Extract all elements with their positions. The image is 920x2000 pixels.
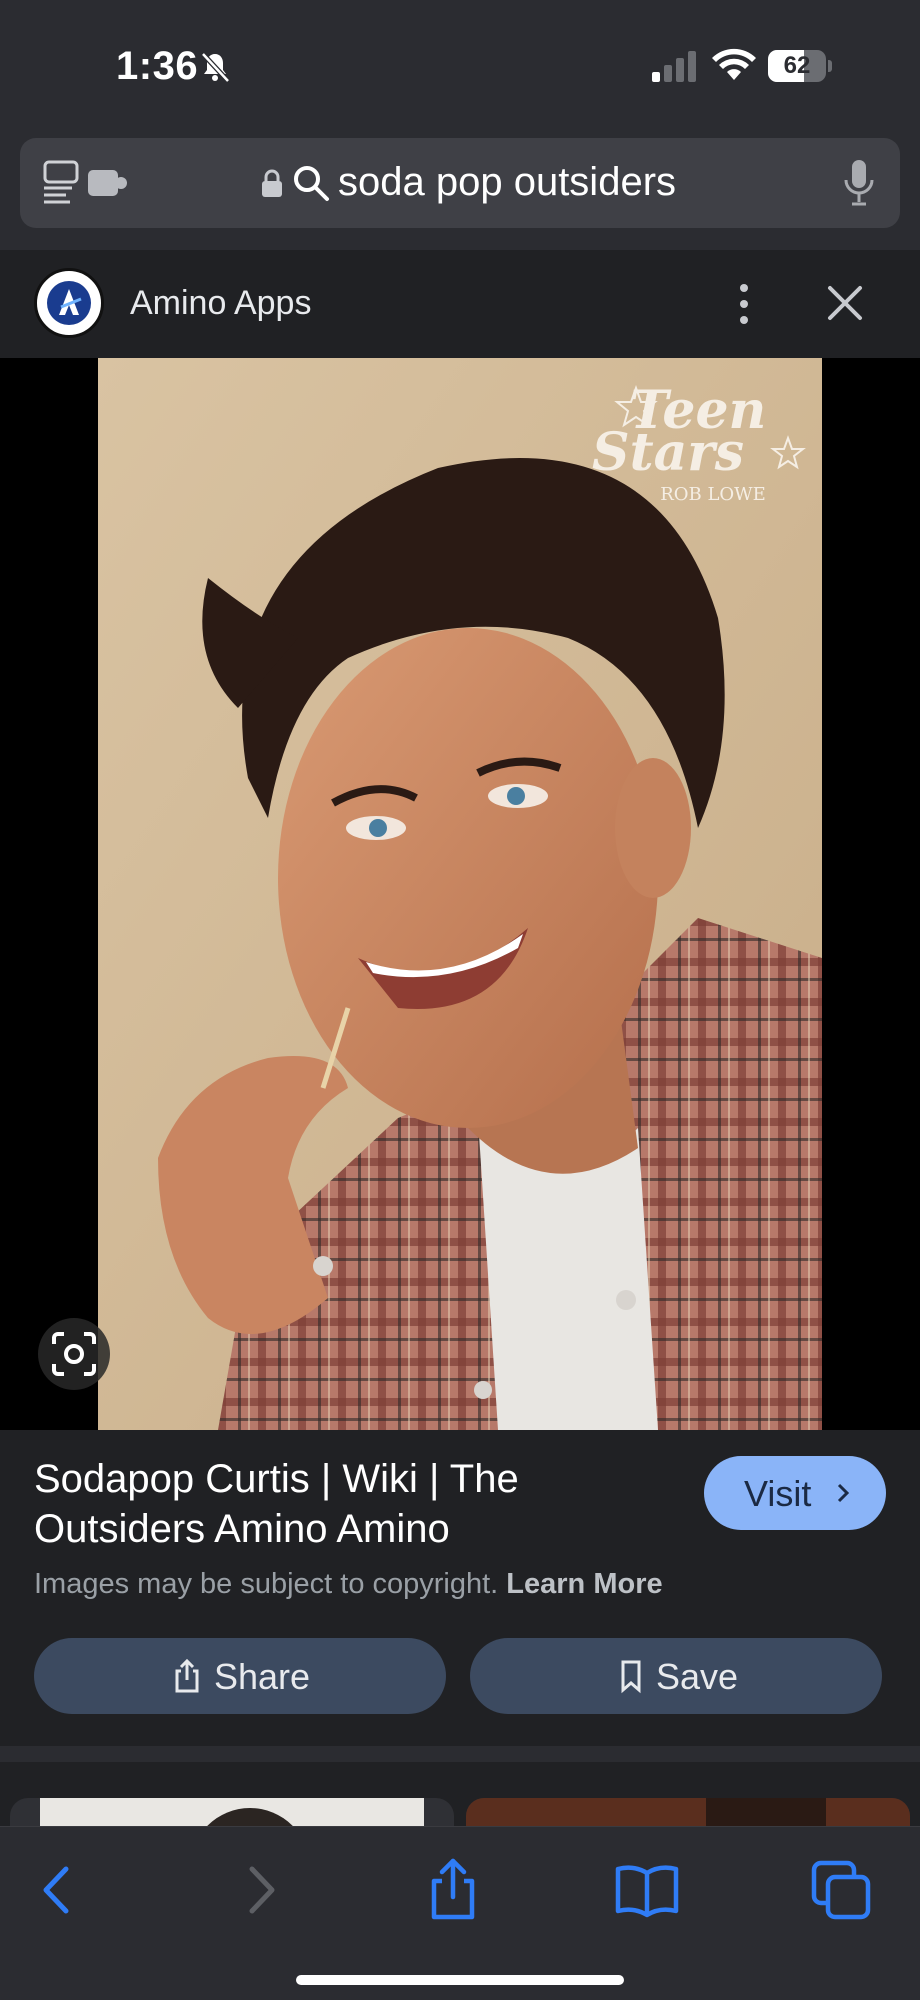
related-images: [0, 1762, 920, 1830]
microphone-icon[interactable]: [842, 158, 876, 208]
back-icon[interactable]: [26, 1857, 92, 1923]
visit-label: Visit: [744, 1473, 812, 1514]
share-icon[interactable]: [420, 1857, 486, 1923]
url-query[interactable]: soda pop outsiders: [338, 160, 676, 205]
wifi-icon: [712, 48, 756, 80]
source-name[interactable]: Amino Apps: [130, 284, 311, 323]
overlay-subtitle: ROB LOWE: [660, 484, 766, 505]
result-title[interactable]: Sodapop Curtis | Wiki | The Outsiders Am…: [34, 1454, 654, 1554]
source-header: Amino Apps: [0, 250, 920, 358]
url-bar[interactable]: soda pop outsiders: [20, 138, 900, 228]
visual-search-button[interactable]: [38, 1318, 110, 1390]
battery-icon: 62: [768, 50, 832, 82]
visit-button[interactable]: Visit: [704, 1456, 886, 1530]
forward-icon[interactable]: [226, 1857, 292, 1923]
chevron-right-icon: [837, 1483, 850, 1503]
result-details: Sodapop Curtis | Wiki | The Outsiders Am…: [0, 1430, 920, 1746]
close-icon[interactable]: [824, 282, 866, 324]
copyright-text: Images may be subject to copyright.: [34, 1568, 499, 1600]
copyright-notice: Images may be subject to copyright. Lear…: [34, 1568, 663, 1601]
amino-logo[interactable]: [34, 268, 104, 338]
bookmarks-icon[interactable]: [614, 1857, 680, 1923]
share-button[interactable]: Share: [34, 1638, 446, 1714]
battery-percent: 62: [783, 52, 811, 79]
overlay-title-2: Stars: [592, 422, 744, 483]
search-icon: [294, 166, 329, 201]
status-bar: 1:36 62: [0, 0, 920, 130]
bookmark-icon: [621, 1660, 641, 1694]
save-label: Save: [656, 1656, 739, 1697]
cellular-signal-icon: [652, 51, 696, 82]
learn-more-link[interactable]: Learn More: [506, 1568, 662, 1600]
status-time: 1:36: [116, 44, 199, 88]
home-indicator: [296, 1975, 624, 1985]
share-icon: [175, 1658, 199, 1693]
more-options-icon[interactable]: [730, 278, 758, 330]
extension-icon[interactable]: [86, 168, 128, 198]
lens-icon: [52, 1332, 96, 1376]
save-button[interactable]: Save: [470, 1638, 882, 1714]
image-viewer[interactable]: Teen Stars ROB LOWE: [0, 358, 920, 1430]
result-image[interactable]: Teen Stars ROB LOWE: [98, 358, 822, 1430]
bell-slash-icon: [201, 52, 230, 83]
lock-icon: [262, 169, 282, 197]
amino-a-icon: [59, 289, 82, 315]
bottom-toolbar: [0, 1826, 920, 2000]
tabs-icon[interactable]: [808, 1857, 874, 1923]
share-label: Share: [214, 1656, 311, 1697]
reader-view-icon[interactable]: [42, 158, 82, 206]
